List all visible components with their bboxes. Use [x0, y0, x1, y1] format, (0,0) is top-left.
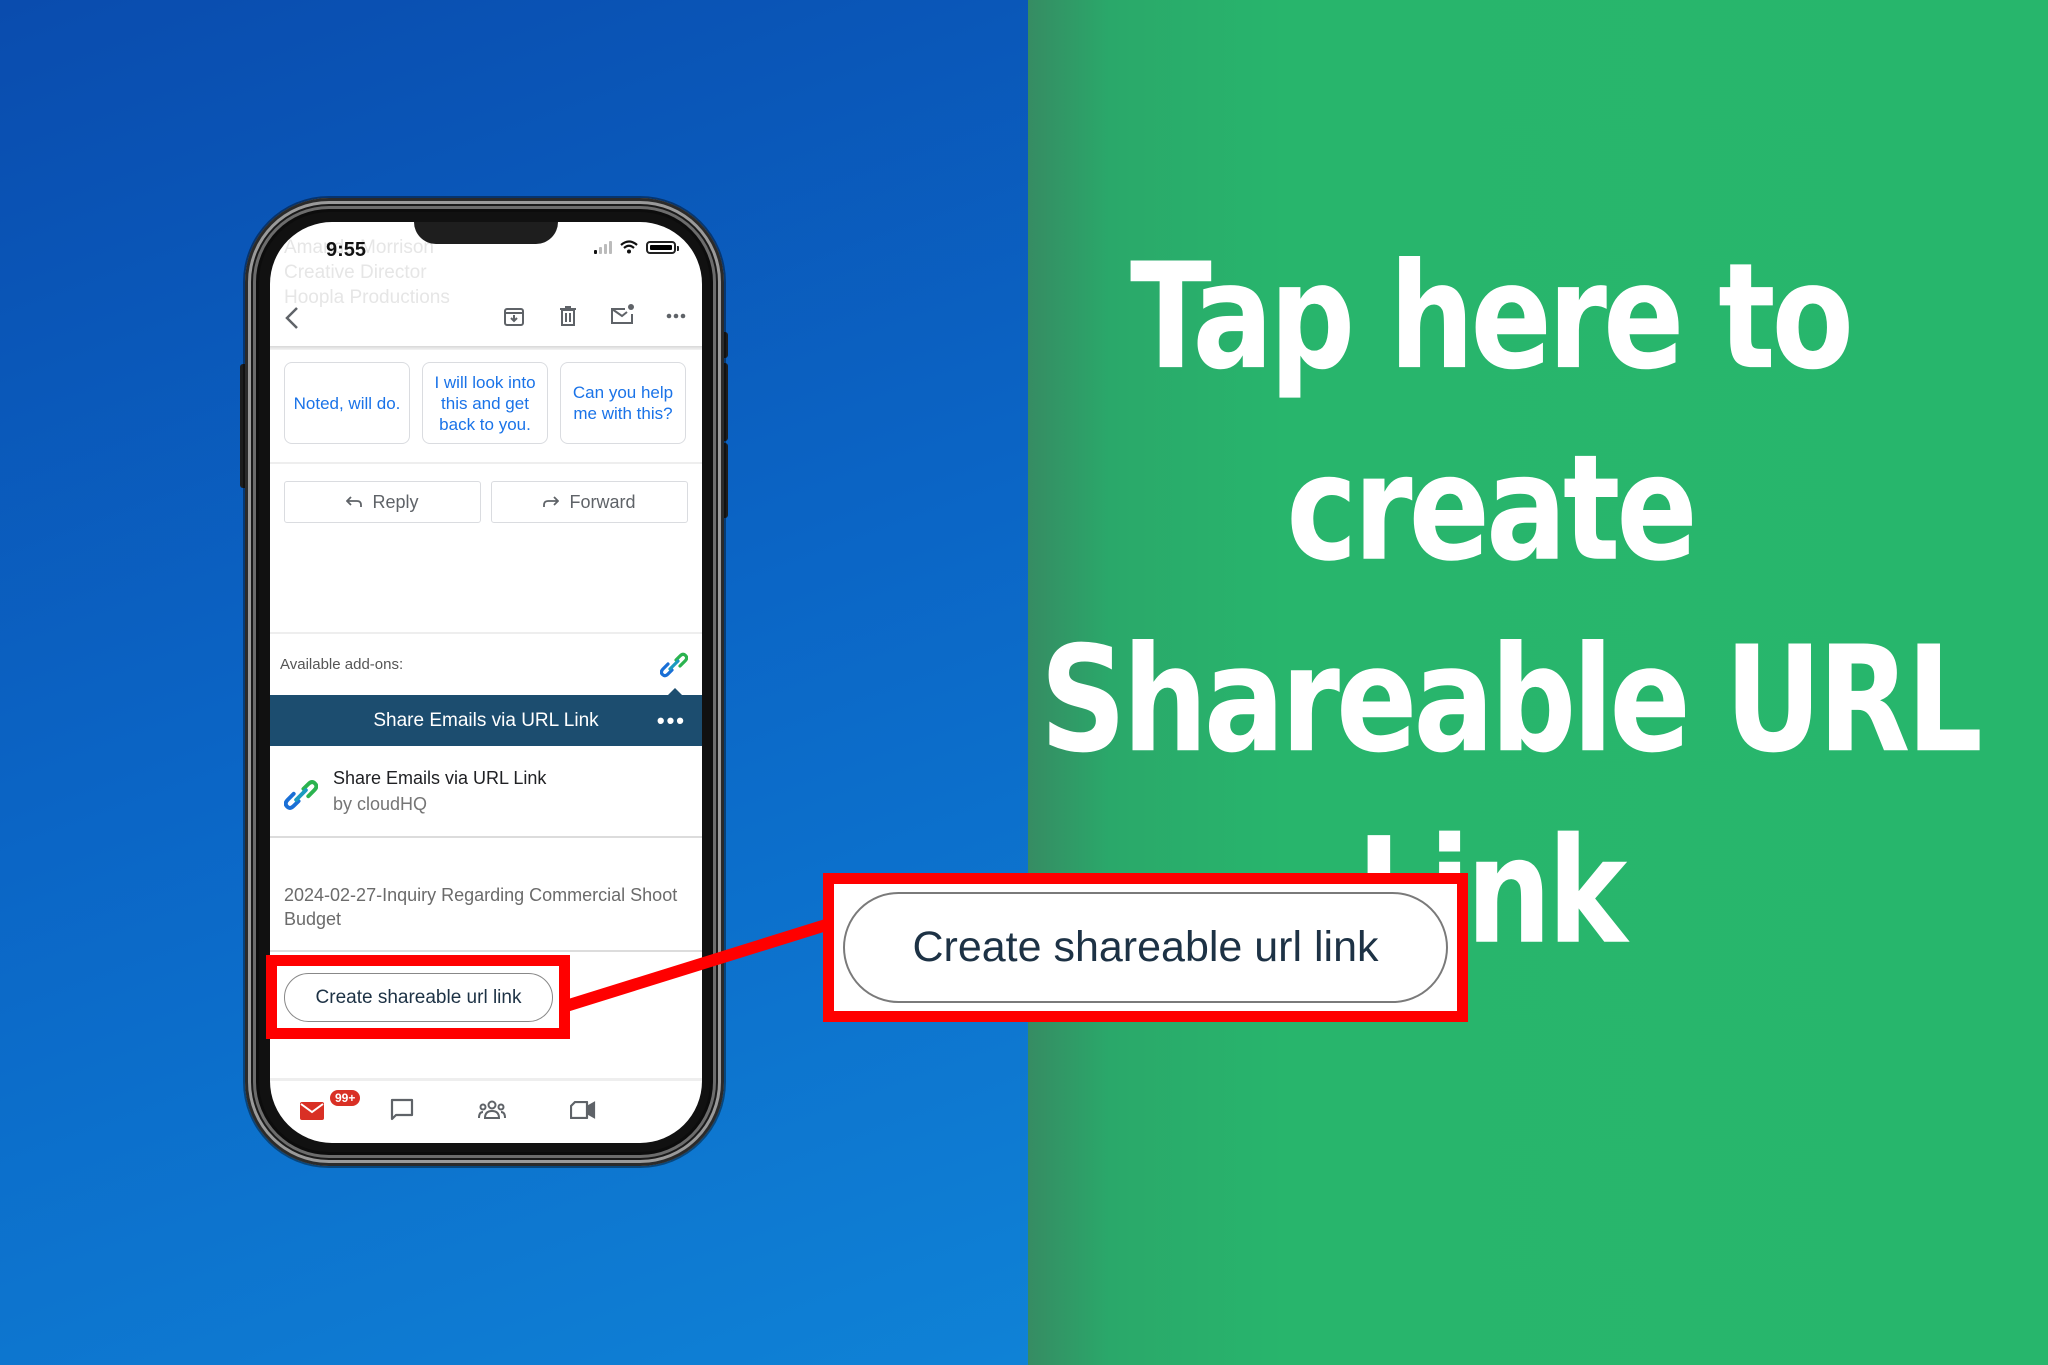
spaces-icon[interactable] [478, 1100, 506, 1120]
smart-reply-chip[interactable]: Can you help me with this? [560, 362, 686, 444]
addon-logo-icon [284, 780, 318, 810]
divider [270, 632, 702, 634]
addon-link-icon[interactable] [660, 651, 688, 679]
available-addons-label: Available add-ons: [280, 656, 404, 673]
addon-author: by cloudHQ [333, 794, 428, 814]
headline-line-1: Tap here to [1129, 232, 1854, 403]
forward-button[interactable]: Forward [491, 481, 688, 523]
smart-reply-chip[interactable]: I will look into this and get back to yo… [422, 362, 548, 444]
meet-icon[interactable] [570, 1101, 596, 1119]
mail-icon[interactable] [300, 1100, 324, 1120]
sender-company: Hoopla Productions [284, 287, 450, 308]
addon-name: Share Emails via URL Link [333, 768, 547, 788]
mail-badge: 99+ [330, 1090, 361, 1106]
banner-pointer [668, 688, 682, 695]
reply-label: Reply [372, 491, 419, 512]
sender-title: Creative Director [284, 262, 427, 283]
addon-banner: Share Emails via URL Link [270, 695, 702, 746]
more-icon[interactable] [666, 313, 686, 319]
trash-icon[interactable] [558, 305, 578, 327]
header-divider [270, 346, 702, 350]
smart-reply-chip[interactable]: Noted, will do. [284, 362, 410, 444]
forward-label: Forward [569, 491, 636, 512]
email-subject: 2024-02-27-Inquiry Regarding Commercial … [284, 885, 678, 929]
status-time: 9:55 [326, 239, 367, 261]
divider [270, 462, 702, 464]
headline-line-2: create [1286, 424, 1697, 595]
mark-unread-icon[interactable] [610, 303, 636, 325]
highlight-box-small [266, 955, 570, 1039]
addon-banner-title: Share Emails via URL Link [373, 709, 599, 731]
bottom-nav-divider [270, 1078, 702, 1081]
divider [270, 836, 702, 838]
wifi-icon [620, 240, 638, 254]
phone-notch [414, 222, 558, 244]
reply-icon [346, 496, 363, 507]
battery-icon [646, 240, 679, 254]
divider [270, 950, 702, 952]
archive-icon[interactable] [503, 305, 525, 327]
back-chevron-icon[interactable] [284, 306, 300, 330]
headline-line-3: Shareable URL [1040, 616, 1983, 786]
chat-icon[interactable] [390, 1098, 414, 1122]
status-icons [594, 240, 679, 254]
callout-create-link-button[interactable]: Create shareable url link [843, 892, 1448, 1003]
reply-button[interactable]: Reply [284, 481, 481, 523]
signal-icon [594, 240, 612, 254]
forward-icon [543, 496, 560, 507]
addon-more-icon[interactable]: ••• [657, 708, 686, 734]
